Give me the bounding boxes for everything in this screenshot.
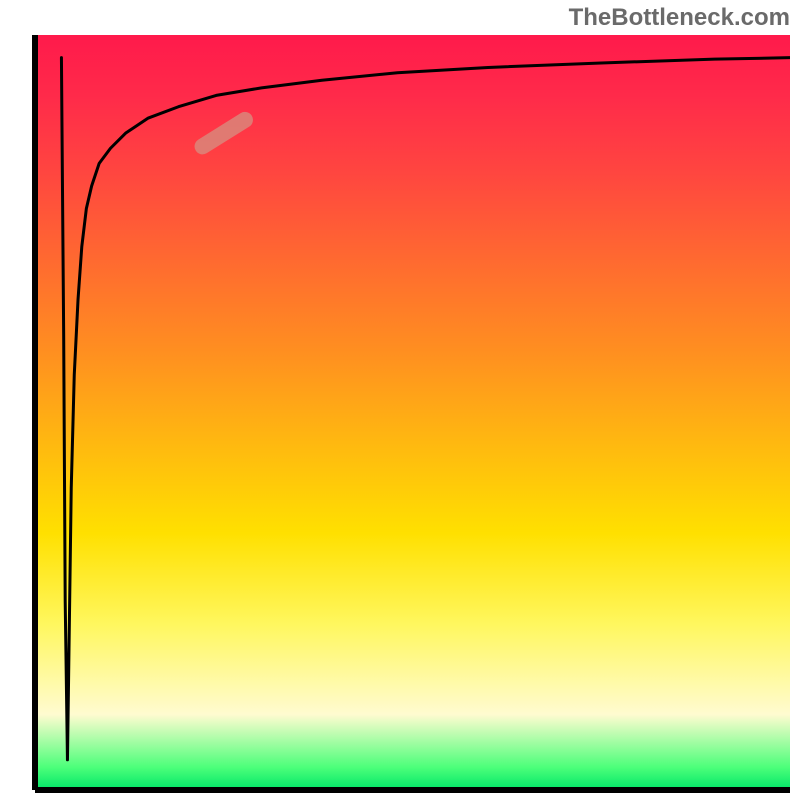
gradient-background — [35, 35, 790, 790]
watermark-label: TheBottleneck.com — [569, 4, 790, 32]
chart-container: TheBottleneck.com — [0, 0, 800, 800]
